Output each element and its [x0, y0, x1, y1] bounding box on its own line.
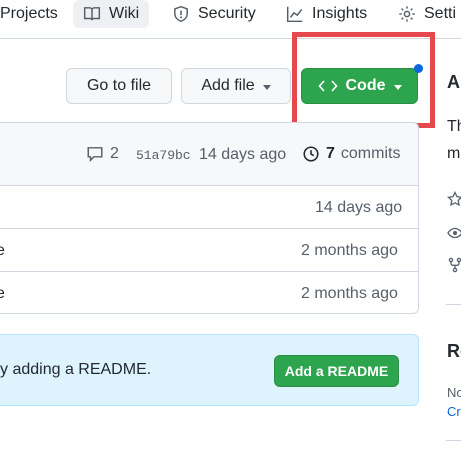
file-name[interactable]: e: [0, 242, 5, 260]
add-readme-label: Add a README: [284, 363, 389, 379]
about-description: Th: [447, 118, 461, 135]
go-to-file-label: Go to file: [86, 77, 152, 94]
star-icon: [447, 191, 461, 207]
tab-security-label: Security: [198, 5, 256, 22]
graph-icon: [286, 6, 303, 23]
code-button-label: Code: [345, 77, 386, 94]
tab-insights-label: Insights: [312, 5, 368, 22]
fork-icon: [448, 257, 461, 273]
commits-label: commits: [340, 145, 401, 162]
eye-icon: [447, 227, 461, 239]
sidebar-divider: [446, 440, 461, 441]
code-button[interactable]: Code: [301, 68, 418, 104]
releases-heading[interactable]: Re: [447, 341, 461, 362]
go-to-file-button[interactable]: Go to file: [66, 68, 172, 104]
commits-link[interactable]: 7 commits: [302, 145, 400, 163]
chevron-down-icon: [262, 84, 271, 90]
tab-projects-label: Projects: [0, 5, 58, 22]
comment-icon: [87, 147, 103, 162]
file-row[interactable]: e 2 months ago: [0, 272, 419, 314]
comments-count: 2: [110, 145, 119, 162]
no-releases-text: No: [447, 385, 461, 400]
code-icon: [317, 80, 338, 92]
file-time: 2 months ago: [301, 285, 398, 302]
tab-wiki-label: Wiki: [109, 5, 140, 22]
about-description-2: m: [447, 145, 461, 162]
book-icon: [83, 7, 101, 21]
add-readme-button[interactable]: Add a README: [274, 355, 399, 387]
file-row[interactable]: 14 days ago: [0, 186, 419, 228]
tab-projects[interactable]: Projects: [0, 0, 58, 28]
gear-icon: [399, 6, 415, 22]
tab-wiki[interactable]: Wiki: [73, 0, 150, 28]
file-time: 14 days ago: [315, 199, 403, 216]
sidebar-divider: [446, 304, 461, 305]
about-heading: A: [447, 72, 460, 92]
history-icon: [303, 146, 319, 162]
commits-count: 7: [326, 145, 335, 162]
notification-dot: [414, 64, 423, 73]
tab-security[interactable]: Security: [172, 0, 256, 28]
chevron-down-icon: [393, 84, 402, 90]
readme-text: y adding a README.: [0, 361, 152, 378]
file-name[interactable]: e: [0, 285, 5, 303]
commit-time: 14 days ago: [199, 146, 287, 163]
comments-link[interactable]: 2: [86, 145, 119, 163]
tab-insights[interactable]: Insights: [286, 0, 367, 28]
shield-icon: [174, 5, 188, 23]
file-row[interactable]: e 2 months ago: [0, 229, 419, 271]
create-release-link[interactable]: Cr: [447, 404, 461, 419]
add-file-label: Add file: [201, 77, 255, 94]
tab-settings[interactable]: Setti: [398, 0, 456, 28]
commit-sha[interactable]: 51a79bc: [136, 148, 191, 163]
file-time: 2 months ago: [301, 242, 398, 259]
add-file-button[interactable]: Add file: [181, 68, 291, 104]
tab-settings-label: Setti: [424, 5, 457, 22]
